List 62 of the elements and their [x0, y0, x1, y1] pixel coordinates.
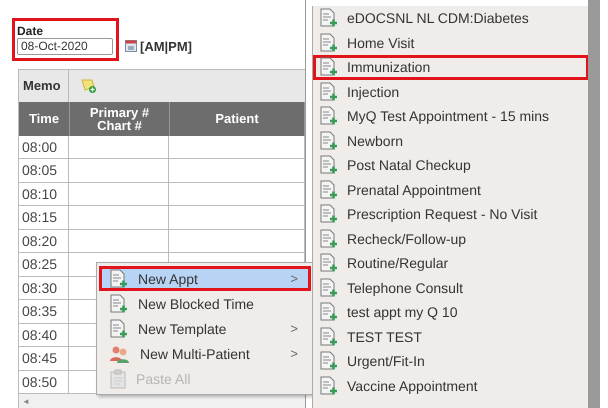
menu-item[interactable]: Prenatal Appointment: [313, 178, 589, 202]
document-add-icon: [320, 130, 338, 151]
document-add-icon: [320, 302, 338, 322]
document-add-icon: [320, 82, 338, 102]
menu-item[interactable]: TEST TEST: [313, 324, 589, 349]
time-cell: 08:45: [19, 347, 69, 370]
column-header: Primary # Chart #: [70, 102, 170, 136]
document-add-icon: [320, 376, 338, 396]
menu-item[interactable]: MyQ Test Appointment - 15 mins: [313, 104, 589, 128]
add-memo-icon[interactable]: [81, 78, 97, 94]
menu-item[interactable]: New Multi-Patient >: [99, 341, 311, 366]
document-add-icon: [320, 180, 338, 200]
menu-item[interactable]: Post Natal Checkup: [313, 153, 589, 178]
menu-item[interactable]: eDOCSNL NL CDM:Diabetes: [313, 6, 589, 30]
column-header: Time: [19, 102, 70, 136]
time-cell: 08:30: [19, 276, 69, 299]
document-add-icon: [320, 106, 338, 126]
document-add-icon: [320, 351, 338, 372]
date-field[interactable]: 08-Oct-2020: [17, 38, 113, 54]
document-add-icon: [110, 294, 128, 314]
menu-item[interactable]: Urgent/Fit-In: [313, 349, 589, 374]
time-cell: 08:50: [19, 370, 69, 393]
menu-item[interactable]: New Blocked Time: [99, 291, 311, 316]
menu-item[interactable]: Immunization: [313, 55, 589, 80]
menu-item[interactable]: Vaccine Appointment: [313, 374, 589, 398]
menu-item[interactable]: Newborn: [313, 128, 589, 153]
calendar-icon[interactable]: [125, 38, 137, 52]
time-cell: 08:35: [19, 300, 69, 322]
menu-item[interactable]: New Template >: [99, 316, 311, 341]
document-add-icon: [320, 155, 338, 176]
submenu-arrow: >: [290, 271, 298, 286]
time-cell: 08:00: [19, 136, 69, 158]
date-label: Date: [17, 24, 44, 38]
document-add-icon: [320, 204, 338, 224]
menu-item[interactable]: test appt my Q 10: [313, 300, 589, 324]
time-cell: 08:25: [19, 253, 69, 276]
vertical-scrollbar[interactable]: [588, 0, 600, 408]
time-cell: 08:40: [19, 324, 69, 346]
document-add-icon: [320, 32, 338, 53]
menu-item[interactable]: Telephone Consult: [313, 276, 589, 300]
document-add-icon: [320, 278, 338, 298]
menu-item[interactable]: Routine/Regular: [313, 251, 589, 276]
clipboard-icon: [110, 368, 126, 388]
submenu-arrow: >: [290, 321, 298, 336]
people-icon: [110, 344, 130, 362]
document-add-icon: [320, 326, 338, 347]
time-cell: 08:05: [19, 159, 69, 182]
menu-item[interactable]: Recheck/Follow-up: [313, 226, 589, 251]
am-pm-toggle[interactable]: [AM|PM]: [140, 38, 192, 54]
time-cell: 08:10: [19, 182, 69, 205]
time-cell: 08:20: [19, 230, 69, 252]
document-add-icon: [320, 228, 338, 249]
document-add-icon: [110, 318, 128, 338]
document-add-icon: [320, 57, 338, 78]
menu-item[interactable]: Prescription Request - No Visit: [313, 202, 589, 226]
time-cell: 08:15: [19, 206, 69, 228]
document-add-icon: [320, 253, 338, 274]
menu-item[interactable]: New Appt >: [99, 266, 311, 291]
submenu-arrow: >: [290, 346, 298, 361]
menu-item[interactable]: Home Visit: [313, 30, 589, 55]
document-add-icon: [110, 268, 128, 288]
menu-item[interactable]: Injection: [313, 80, 589, 104]
